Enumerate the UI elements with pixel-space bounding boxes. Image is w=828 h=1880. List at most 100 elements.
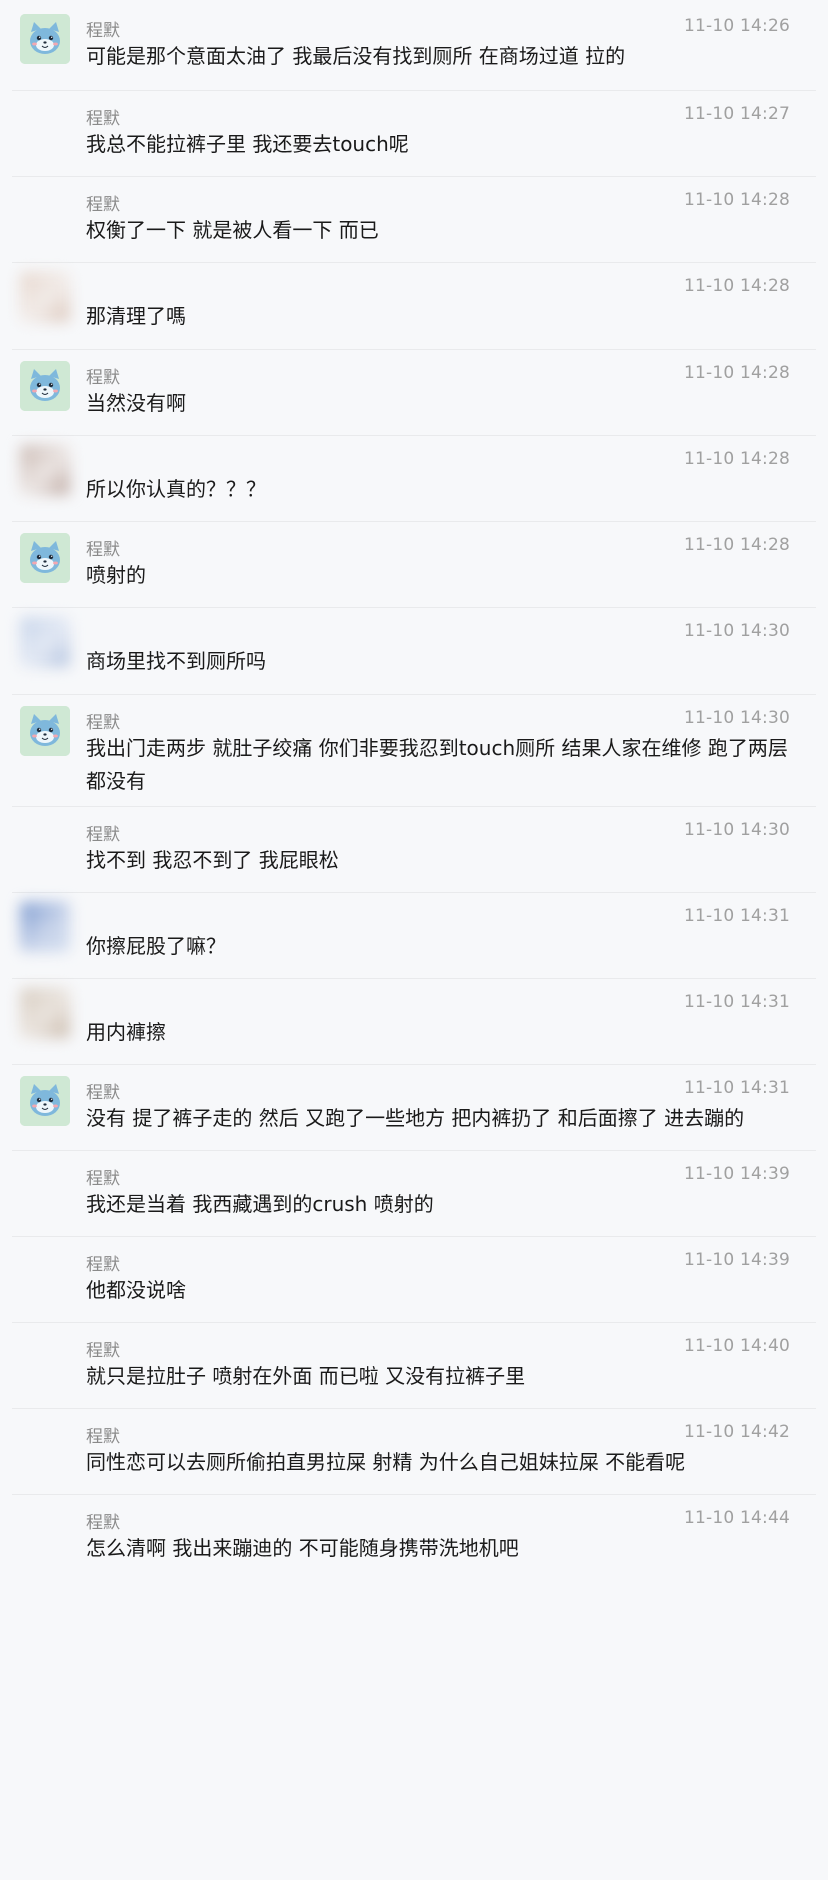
message-timestamp: 11-10 14:40 xyxy=(684,1336,790,1356)
message-text: 没有 提了裤子走的 然后 又跑了一些地方 把内裤扔了 和后面擦了 进去蹦的 xyxy=(86,1106,745,1130)
chat-message[interactable]: 程默 11-10 14:39 我还是当着 我西藏遇到的crush 喷射的 xyxy=(0,1150,828,1236)
message-timestamp: 11-10 14:39 xyxy=(684,1164,790,1184)
chat-message[interactable]: 11-10 14:31 用内褲擦 xyxy=(0,978,828,1064)
message-divider xyxy=(12,1408,816,1409)
chat-message[interactable]: 11-10 14:28 那清理了嗎 xyxy=(0,262,828,349)
message-divider xyxy=(12,349,816,350)
chat-message[interactable]: 程默 11-10 14:30 我出门走两步 就肚子绞痛 你们非要我忍到touch厕所… xyxy=(0,694,828,806)
message-divider xyxy=(12,694,816,695)
message-text: 用内褲擦 xyxy=(86,1020,166,1044)
message-divider xyxy=(12,435,816,436)
message-text: 我总不能拉裤子里 我还要去touch呢 xyxy=(86,132,409,156)
chat-message[interactable]: 程默 11-10 14:28 当然没有啊 xyxy=(0,349,828,435)
message-text: 怎么清啊 我出来蹦迪的 不可能随身携带洗地机吧 xyxy=(86,1536,519,1560)
avatar[interactable] xyxy=(20,361,70,411)
sender-name: 程默 xyxy=(86,1255,120,1275)
message-divider xyxy=(12,1494,816,1495)
message-divider xyxy=(12,1236,816,1237)
message-timestamp: 11-10 14:30 xyxy=(684,708,790,728)
chat-message[interactable]: 程默 11-10 14:44 怎么清啊 我出来蹦迪的 不可能随身携带洗地机吧 xyxy=(0,1494,828,1580)
message-text: 找不到 我忍不到了 我屁眼松 xyxy=(86,848,339,872)
message-timestamp: 11-10 14:44 xyxy=(684,1508,790,1528)
sender-name: 程默 xyxy=(86,1083,120,1103)
sender-name: 程默 xyxy=(86,195,120,215)
blurred-avatar[interactable] xyxy=(20,617,70,667)
message-timestamp: 11-10 14:31 xyxy=(684,1078,790,1098)
sender-name: 程默 xyxy=(86,21,120,41)
sender-name: 程默 xyxy=(86,1513,120,1533)
message-text: 你擦屁股了嘛？ xyxy=(86,934,226,958)
message-timestamp: 11-10 14:39 xyxy=(684,1250,790,1270)
message-timestamp: 11-10 14:30 xyxy=(684,621,790,641)
chat-message[interactable]: 程默 11-10 14:27 我总不能拉裤子里 我还要去touch呢 xyxy=(0,90,828,176)
message-text: 商场里找不到厕所吗 xyxy=(86,649,266,673)
chat-message[interactable]: 程默 11-10 14:30 找不到 我忍不到了 我屁眼松 xyxy=(0,806,828,892)
sender-name: 程默 xyxy=(86,1427,120,1447)
message-timestamp: 11-10 14:28 xyxy=(684,449,790,469)
message-text: 就只是拉肚子 喷射在外面 而已啦 又没有拉裤子里 xyxy=(86,1364,526,1388)
message-timestamp: 11-10 14:27 xyxy=(684,104,790,124)
message-text: 那清理了嗎 xyxy=(86,304,186,328)
message-divider xyxy=(12,607,816,608)
message-divider xyxy=(12,90,816,91)
message-timestamp: 11-10 14:26 xyxy=(684,16,790,36)
blurred-avatar[interactable] xyxy=(20,902,70,952)
message-text: 喷射的 xyxy=(86,563,146,587)
message-text: 我还是当着 我西藏遇到的crush 喷射的 xyxy=(86,1192,434,1216)
sender-name: 程默 xyxy=(86,713,120,733)
chat-message[interactable]: 程默 11-10 14:31 没有 提了裤子走的 然后 又跑了一些地方 把内裤扔了 … xyxy=(0,1064,828,1150)
message-timestamp: 11-10 14:28 xyxy=(684,276,790,296)
sender-name: 程默 xyxy=(86,825,120,845)
avatar[interactable] xyxy=(20,533,70,583)
message-divider xyxy=(12,978,816,979)
message-text: 所以你认真的？？？ xyxy=(86,477,266,501)
cat-icon xyxy=(20,1076,70,1126)
chat-message[interactable]: 11-10 14:30 商场里找不到厕所吗 xyxy=(0,607,828,694)
chat-message[interactable]: 程默 11-10 14:40 就只是拉肚子 喷射在外面 而已啦 又没有拉裤子里 xyxy=(0,1322,828,1408)
message-divider xyxy=(12,1322,816,1323)
chat-history-list[interactable]: 程默 11-10 14:26 可能是那个意面太油了 我最后没有找到厕所 在商场过道 … xyxy=(0,0,828,1880)
chat-message[interactable]: 程默 11-10 14:42 同性恋可以去厕所偷拍直男拉屎 射精 为什么自己姐妹拉屎… xyxy=(0,1408,828,1494)
sender-name: 程默 xyxy=(86,1341,120,1361)
cat-icon xyxy=(20,533,70,583)
message-text: 我出门走两步 就肚子绞痛 你们非要我忍到touch厕所 结果人家在维修 跑了两层… xyxy=(86,736,795,793)
message-timestamp: 11-10 14:28 xyxy=(684,190,790,210)
message-text: 当然没有啊 xyxy=(86,391,186,415)
chat-message[interactable]: 程默 11-10 14:28 喷射的 xyxy=(0,521,828,607)
message-divider xyxy=(12,1150,816,1151)
message-timestamp: 11-10 14:42 xyxy=(684,1422,790,1442)
chat-message[interactable]: 程默 11-10 14:28 权衡了一下 就是被人看一下 而已 xyxy=(0,176,828,262)
message-divider xyxy=(12,262,816,263)
message-text: 可能是那个意面太油了 我最后没有找到厕所 在商场过道 拉的 xyxy=(86,44,626,68)
message-timestamp: 11-10 14:31 xyxy=(684,992,790,1012)
message-timestamp: 11-10 14:28 xyxy=(684,535,790,555)
chat-message[interactable]: 11-10 14:28 所以你认真的？？？ xyxy=(0,435,828,521)
avatar[interactable] xyxy=(20,14,70,64)
message-divider xyxy=(12,892,816,893)
message-divider xyxy=(12,176,816,177)
sender-name: 程默 xyxy=(86,1169,120,1189)
message-divider xyxy=(12,521,816,522)
message-timestamp: 11-10 14:30 xyxy=(684,820,790,840)
message-text: 同性恋可以去厕所偷拍直男拉屎 射精 为什么自己姐妹拉屎 不能看呢 xyxy=(86,1450,686,1474)
message-divider xyxy=(12,806,816,807)
avatar[interactable] xyxy=(20,706,70,756)
blurred-avatar[interactable] xyxy=(20,445,70,495)
cat-icon xyxy=(20,706,70,756)
message-timestamp: 11-10 14:28 xyxy=(684,363,790,383)
message-text: 他都没说啥 xyxy=(86,1278,186,1302)
chat-message[interactable]: 程默 11-10 14:26 可能是那个意面太油了 我最后没有找到厕所 在商场过道 … xyxy=(0,2,828,90)
chat-message[interactable]: 11-10 14:31 你擦屁股了嘛？ xyxy=(0,892,828,978)
cat-icon xyxy=(20,14,70,64)
message-text: 权衡了一下 就是被人看一下 而已 xyxy=(86,218,379,242)
message-timestamp: 11-10 14:31 xyxy=(684,906,790,926)
avatar[interactable] xyxy=(20,1076,70,1126)
sender-name: 程默 xyxy=(86,109,120,129)
cat-icon xyxy=(20,361,70,411)
blurred-avatar[interactable] xyxy=(20,272,70,322)
chat-message[interactable]: 程默 11-10 14:39 他都没说啥 xyxy=(0,1236,828,1322)
sender-name: 程默 xyxy=(86,540,120,560)
sender-name: 程默 xyxy=(86,368,120,388)
blurred-avatar[interactable] xyxy=(20,988,70,1038)
message-divider xyxy=(12,1064,816,1065)
